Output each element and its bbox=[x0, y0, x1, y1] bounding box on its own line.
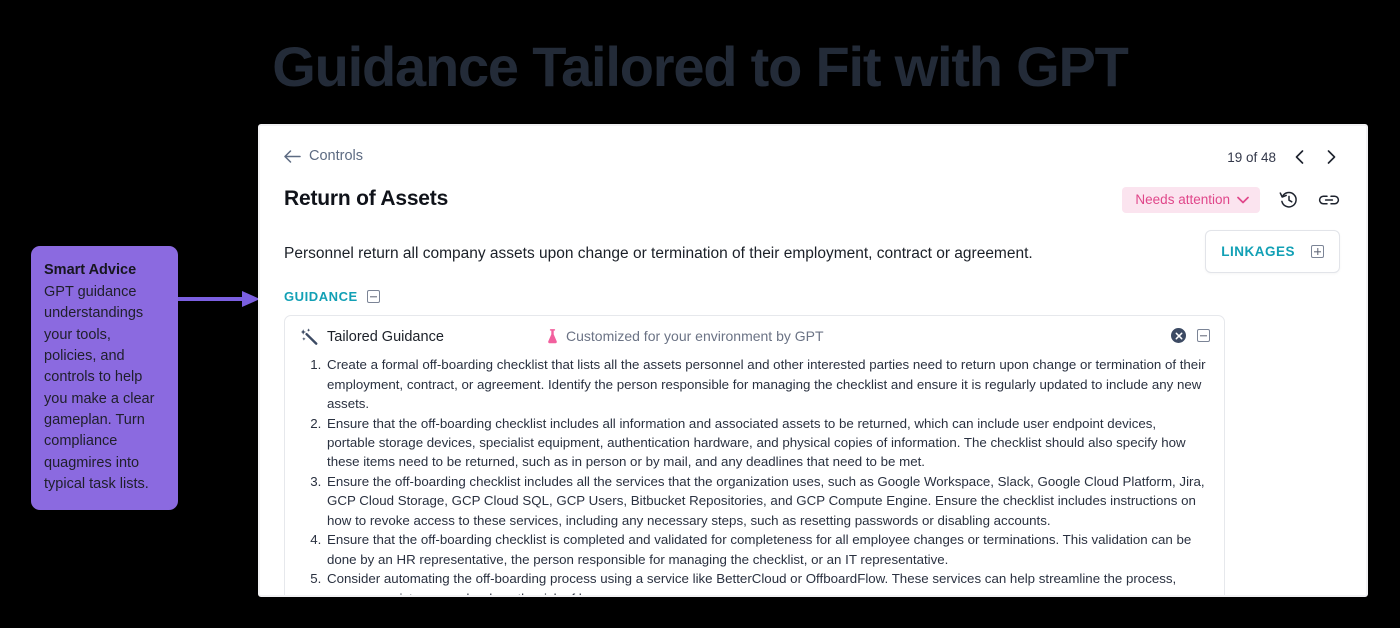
history-clock-icon bbox=[1279, 191, 1297, 208]
card-title: Tailored Guidance bbox=[327, 328, 444, 345]
pagination-count: 19 of 48 bbox=[1227, 149, 1276, 165]
card-title-group: Tailored Guidance bbox=[301, 328, 444, 346]
pagination-next-button[interactable] bbox=[1322, 148, 1340, 166]
copy-link-button[interactable] bbox=[1318, 189, 1340, 211]
control-description: Personnel return all company assets upon… bbox=[284, 245, 1033, 262]
breadcrumb-back-controls[interactable]: Controls bbox=[284, 148, 363, 164]
guidance-collapse-toggle[interactable] bbox=[366, 290, 380, 304]
guidance-section-header: GUIDANCE bbox=[284, 289, 1340, 304]
list-item: Ensure the off-boarding checklist includ… bbox=[325, 472, 1206, 530]
chevron-down-icon bbox=[1237, 196, 1249, 203]
card-collapse-toggle[interactable] bbox=[1197, 329, 1210, 343]
status-badge[interactable]: Needs attention bbox=[1122, 187, 1260, 213]
flask-icon bbox=[548, 329, 557, 344]
magic-wand-sparkles-icon bbox=[301, 328, 318, 346]
smart-advice-callout: Smart Advice GPT guidance understandings… bbox=[31, 246, 178, 511]
breadcrumb-label: Controls bbox=[309, 148, 363, 164]
title-actions: Needs attention bbox=[1122, 187, 1340, 213]
status-badge-label: Needs attention bbox=[1135, 192, 1230, 207]
app-panel: Controls 19 of 48 Return of Assets Needs… bbox=[260, 126, 1366, 595]
guidance-section-label: GUIDANCE bbox=[284, 289, 358, 305]
card-header: Tailored Guidance Customized for your en… bbox=[285, 316, 1224, 353]
page-title: Return of Assets bbox=[284, 187, 449, 210]
card-subtitle-group: Customized for your environment by GPT bbox=[547, 328, 824, 344]
app-window: Controls 19 of 48 Return of Assets Needs… bbox=[258, 124, 1368, 597]
list-item: Ensure that the off-boarding checklist i… bbox=[325, 414, 1206, 472]
history-button[interactable] bbox=[1278, 189, 1300, 211]
guidance-steps-list: Create a formal off-boarding checklist t… bbox=[285, 355, 1224, 595]
callout-body: GPT guidance understandings your tools, … bbox=[44, 284, 155, 492]
arrow-left-icon bbox=[284, 149, 301, 163]
pagination-prev-button[interactable] bbox=[1290, 148, 1308, 166]
card-header-actions bbox=[1171, 328, 1210, 344]
callout-arrow-icon bbox=[178, 291, 260, 307]
pagination: 19 of 48 bbox=[1227, 148, 1340, 166]
list-item: Ensure that the off-boarding checklist i… bbox=[325, 530, 1206, 569]
card-subtitle: Customized for your environment by GPT bbox=[566, 328, 824, 345]
chevron-right-icon bbox=[1327, 150, 1335, 164]
chevron-left-icon bbox=[1295, 150, 1303, 164]
list-item: Consider automating the off-boarding pro… bbox=[325, 569, 1206, 595]
linkages-expand-icon bbox=[1311, 245, 1324, 258]
screenshot-root: Guidance Tailored to Fit with GPT Smart … bbox=[0, 0, 1400, 628]
list-item: Create a formal off-boarding checklist t… bbox=[325, 355, 1206, 413]
page-hero-title: Guidance Tailored to Fit with GPT bbox=[272, 35, 1129, 98]
card-close-button[interactable] bbox=[1171, 328, 1186, 344]
callout-title: Smart Advice bbox=[44, 262, 137, 278]
tailored-guidance-card: Tailored Guidance Customized for your en… bbox=[284, 315, 1225, 595]
linkages-button[interactable]: LINKAGES bbox=[1205, 230, 1340, 273]
title-row: Return of Assets Needs attention bbox=[284, 187, 1340, 221]
close-icon bbox=[1175, 332, 1182, 340]
linkages-label: LINKAGES bbox=[1221, 244, 1295, 259]
link-icon bbox=[1318, 195, 1340, 205]
top-bar: Controls 19 of 48 bbox=[284, 148, 1340, 178]
